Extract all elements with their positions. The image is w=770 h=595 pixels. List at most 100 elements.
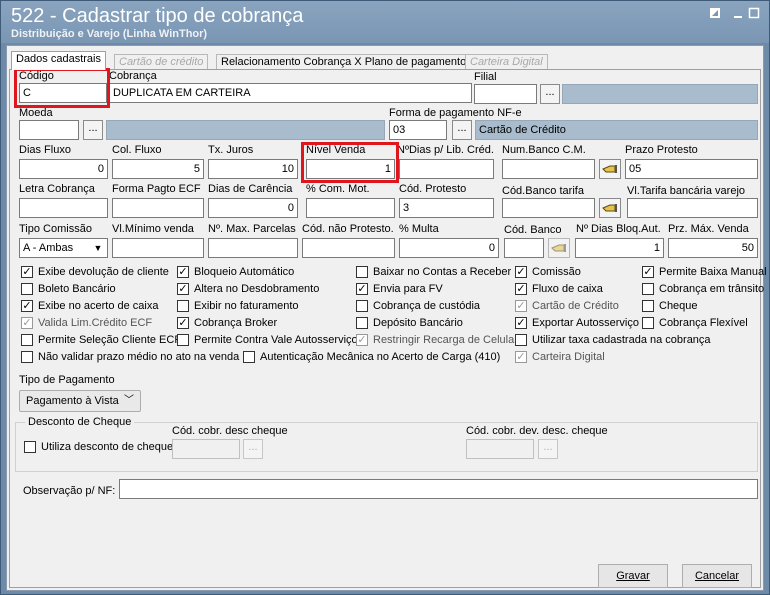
tab-relacionamento[interactable]: Relacionamento Cobrança X Plano de pagam… (216, 54, 472, 70)
chk-utiliza-desconto-cheque[interactable]: Utiliza desconto de cheque (24, 441, 173, 456)
restore-icon[interactable] (708, 7, 722, 19)
tx-juros-input[interactable]: 10 (208, 159, 298, 179)
chk-exibe-devolucao[interactable]: ✓ Exibe devolução de cliente (21, 266, 169, 281)
tipo-comissao-select[interactable]: A - Ambas ▼ (19, 238, 108, 258)
chk-deposito-bancario[interactable]: Depósito Bancário (356, 317, 463, 332)
chk-boleto-bancario[interactable]: Boleto Bancário (21, 283, 116, 298)
checkbox-c11 (177, 334, 189, 346)
prz-max-venda-input[interactable]: 50 (668, 238, 758, 258)
chk-permite-contra-vale[interactable]: Permite Contra Vale Autosserviço (177, 334, 358, 349)
checkbox-c24: ✓ (642, 266, 654, 278)
num-banco-cm-input[interactable] (502, 159, 595, 179)
tab-cartao-credito[interactable]: Cartão de crédito (114, 54, 209, 70)
title-bar[interactable]: 522 - Cadastrar tipo de cobrança Distrib… (1, 1, 769, 43)
tab-carteira-digital[interactable]: Carteira Digital (465, 54, 548, 70)
chk-cartao-credito[interactable]: ✓ Cartão de Crédito (515, 300, 619, 315)
dias-fluxo-label: Dias Fluxo (19, 144, 71, 156)
chk-utilizar-taxa[interactable]: Utilizar taxa cadastrada na cobrança (515, 334, 711, 349)
com-mot-input[interactable] (306, 198, 395, 218)
checkbox-c27 (642, 317, 654, 329)
maximize-icon[interactable] (747, 7, 761, 19)
chk-envia-fv[interactable]: ✓ Envia para FV (356, 283, 443, 298)
chk-permite-baixa-manual[interactable]: ✓ Permite Baixa Manual (642, 266, 767, 281)
moeda-input[interactable] (19, 120, 79, 140)
tipo-pagamento-dropdown[interactable]: Pagamento à Vista ﹀ (19, 390, 141, 412)
tab-dados-cadastrais[interactable]: Dados cadastrais (11, 51, 106, 70)
cod-banco-tarifa-input[interactable] (502, 198, 595, 218)
hand-pointer-icon[interactable] (599, 159, 621, 179)
cod-banco-input[interactable] (504, 238, 544, 258)
chk-cobranca-transito[interactable]: Cobrança em trânsito (642, 283, 764, 298)
chk-exibir-faturamento[interactable]: Exibir no faturamento (177, 300, 299, 315)
cod-nao-protesto-input[interactable] (302, 238, 395, 258)
chk-permite-selecao-cliente[interactable]: Permite Seleção Cliente ECF (21, 334, 181, 349)
multa-input[interactable]: 0 (399, 238, 499, 258)
dias-lib-cred-label: NºDias p/ Lib. Créd. (397, 144, 494, 156)
chk-baixar-contas-receber[interactable]: Baixar no Contas a Receber (356, 266, 511, 281)
col-fluxo-input[interactable]: 5 (112, 159, 204, 179)
prazo-protesto-label: Prazo Protesto (625, 144, 698, 156)
cancelar-button[interactable]: Cancelar (682, 564, 752, 588)
checkbox-c18: ✓ (515, 266, 527, 278)
vl-tarifa-bancaria-input[interactable] (627, 198, 758, 218)
observacao-input[interactable] (119, 479, 758, 499)
chk-label: Cheque (659, 300, 698, 312)
forma-pagto-ecf-input[interactable] (112, 198, 204, 218)
chk-cobranca-custodia[interactable]: Cobrança de custódia (356, 300, 480, 315)
chk-cobranca-broker[interactable]: ✓ Cobrança Broker (177, 317, 277, 332)
dias-lib-cred-input[interactable] (399, 159, 494, 179)
chk-cobranca-flexivel[interactable]: Cobrança Flexível (642, 317, 748, 332)
cod-dev-cheque-button[interactable]: ... (538, 439, 558, 459)
hand-pointer-icon-3[interactable] (548, 238, 570, 258)
dias-carencia-input[interactable]: 0 (208, 198, 298, 218)
filial-input[interactable] (474, 84, 537, 104)
main-window: 522 - Cadastrar tipo de cobrança Distrib… (0, 0, 770, 595)
dias-fluxo-input[interactable]: 0 (19, 159, 108, 179)
gravar-button[interactable]: Gravar (598, 564, 668, 588)
chk-label: Envia para FV (373, 283, 443, 295)
chk-carteira-digital[interactable]: ✓ Carteira Digital (515, 351, 605, 366)
checkbox-c10: ✓ (177, 317, 189, 329)
dias-bloq-aut-input[interactable]: 1 (575, 238, 664, 258)
forma-pagamento-search-button[interactable]: ... (452, 120, 472, 140)
vl-minimo-venda-input[interactable] (112, 238, 204, 258)
chk-exibe-acerto-caixa[interactable]: ✓ Exibe no acerto de caixa (21, 300, 158, 315)
chk-autenticacao-mecanica[interactable]: Autenticação Mecânica no Acerto de Carga… (243, 351, 500, 366)
minimize-icon[interactable] (731, 7, 745, 19)
chk-altera-desdobramento[interactable]: ✓ Altera no Desdobramento (177, 283, 319, 298)
chk-comissao[interactable]: ✓ Comissão (515, 266, 581, 281)
chk-restringir-recarga[interactable]: ✓ Restringir Recarga de Celular (356, 334, 518, 349)
checkbox-c13 (356, 266, 368, 278)
multa-label: % Multa (399, 223, 439, 235)
chk-valida-lim-credito[interactable]: ✓ Valida Lim.Crédito ECF (21, 317, 152, 332)
chk-label: Permite Contra Vale Autosserviço (194, 334, 358, 346)
forma-pagamento-nfe-code[interactable]: 03 (389, 120, 447, 140)
chk-nao-validar-prazo[interactable]: Não validar prazo médio no ato na venda (21, 351, 239, 366)
chk-cheque[interactable]: Cheque (642, 300, 698, 315)
moeda-search-button[interactable]: ... (83, 120, 103, 140)
filial-search-button[interactable]: ... (540, 84, 560, 104)
num-banco-cm-label: Num.Banco C.M. (502, 144, 586, 156)
chk-bloqueio-automatico[interactable]: ✓ Bloqueio Automático (177, 266, 294, 281)
chk-exportar-autosservico[interactable]: ✓ Exportar Autosserviço (515, 317, 639, 332)
checkbox-c7: ✓ (177, 266, 189, 278)
cod-dev-cheque-label: Cód. cobr. dev. desc. cheque (466, 425, 608, 437)
checkbox-c23: ✓ (515, 351, 527, 363)
checkbox-c4: ✓ (21, 317, 33, 329)
cod-desc-cheque-input[interactable] (172, 439, 240, 459)
cod-dev-cheque-input[interactable] (466, 439, 534, 459)
window-title: 522 - Cadastrar tipo de cobrança (11, 5, 304, 27)
tx-juros-label: Tx. Juros (208, 144, 254, 156)
chevron-down-icon: ▼ (93, 243, 103, 253)
prazo-protesto-input[interactable]: 05 (625, 159, 758, 179)
cod-protesto-input[interactable]: 3 (399, 198, 494, 218)
checkbox-c8: ✓ (177, 283, 189, 295)
chk-fluxo-caixa[interactable]: ✓ Fluxo de caixa (515, 283, 603, 298)
cod-desc-cheque-button[interactable]: ... (243, 439, 263, 459)
filial-label: Filial (474, 71, 497, 83)
max-parcelas-input[interactable] (208, 238, 298, 258)
cobranca-input[interactable]: DUPLICATA EM CARTEIRA (109, 83, 472, 103)
chk-label: Depósito Bancário (373, 317, 463, 329)
letra-cobranca-input[interactable] (19, 198, 108, 218)
hand-pointer-icon-2[interactable] (599, 198, 621, 218)
